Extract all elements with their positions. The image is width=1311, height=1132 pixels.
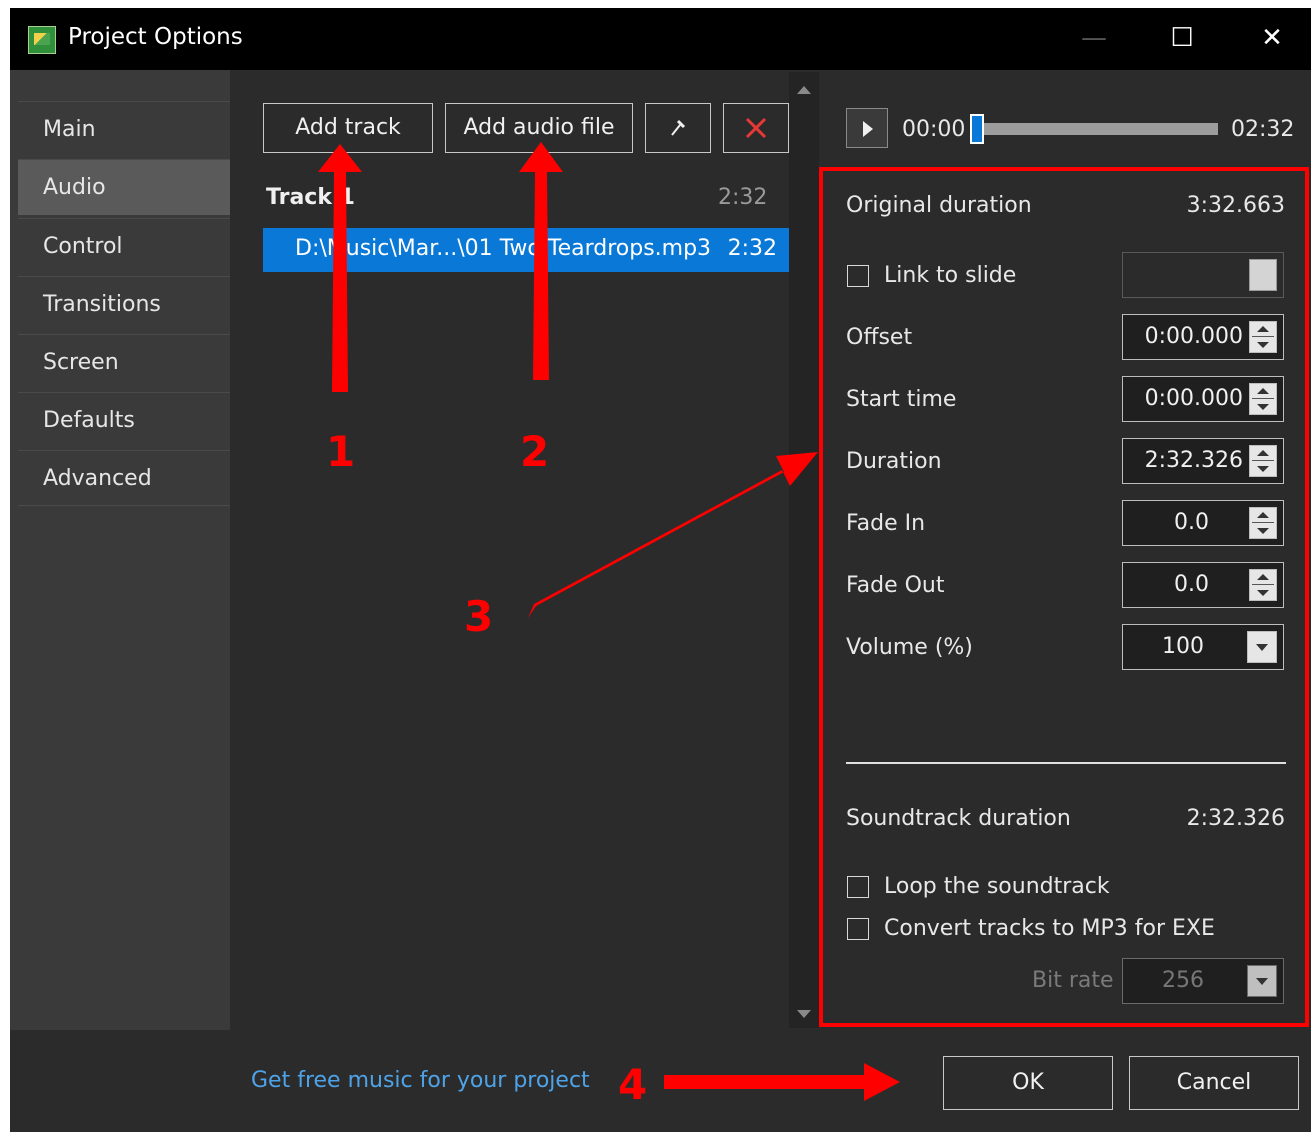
annotation-arrows (318, 142, 900, 1101)
arrow-1-annotation (318, 144, 362, 392)
annotation-number-4: 4 (618, 1060, 648, 1109)
annotation-number-2: 2 (520, 427, 550, 476)
annotation-number-3: 3 (464, 592, 494, 641)
arrow-2-annotation (519, 142, 563, 380)
arrow-3-annotation (528, 452, 818, 618)
arrow-4-annotation (664, 1063, 900, 1101)
annotation-number-1: 1 (326, 427, 356, 476)
